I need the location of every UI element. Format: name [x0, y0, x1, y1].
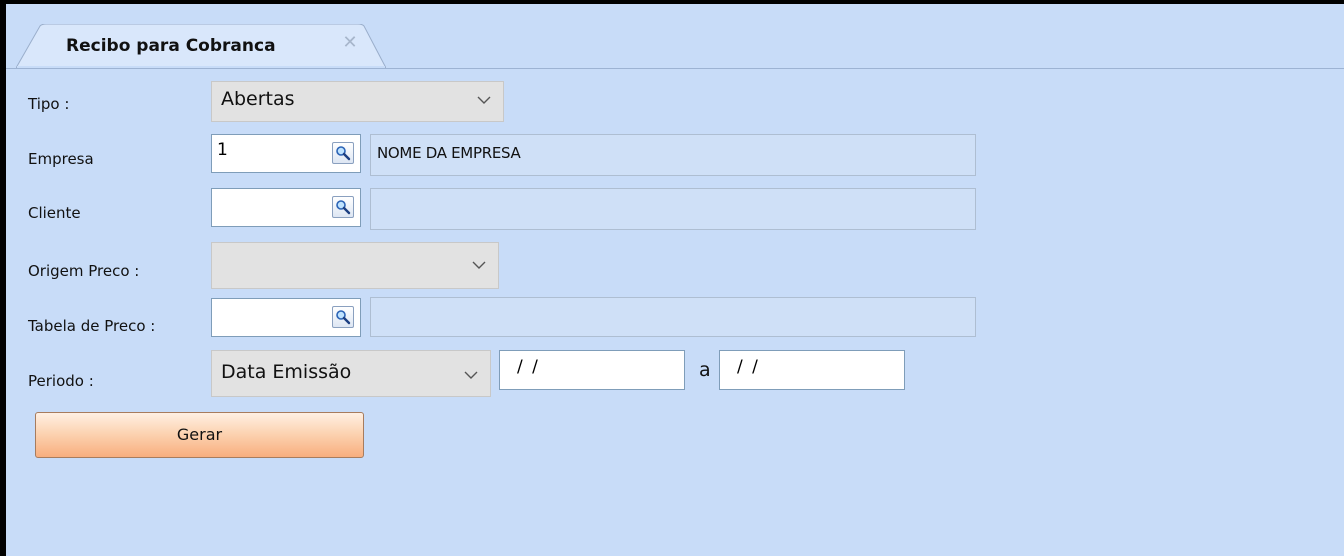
empresa-lookup-button[interactable]	[332, 142, 354, 164]
tipo-label: Tipo :	[28, 95, 70, 113]
periodo-type-value: Data Emissão	[221, 361, 352, 383]
generate-button[interactable]: Gerar	[35, 412, 364, 458]
tabela-preco-description-field	[370, 297, 976, 337]
empresa-description-field: NOME DA EMPRESA	[370, 134, 976, 176]
empresa-description-value: NOME DA EMPRESA	[377, 144, 521, 162]
periodo-type-select[interactable]: Data Emissão	[211, 350, 491, 397]
tab-title: Recibo para Cobranca	[66, 36, 276, 56]
close-icon[interactable]: ✕	[341, 34, 359, 52]
tabela-preco-lookup-button[interactable]	[332, 306, 354, 328]
chevron-down-icon	[477, 96, 491, 104]
empresa-label: Empresa	[28, 150, 94, 168]
cliente-code-field[interactable]	[211, 188, 361, 227]
periodo-separator: a	[699, 359, 711, 381]
tab-strip: Recibo para Cobranca ✕	[6, 4, 1344, 69]
cliente-lookup-button[interactable]	[332, 196, 354, 218]
magnifier-icon	[336, 200, 351, 215]
origem-preco-label: Origem Preco :	[28, 262, 140, 280]
tipo-select-value: Abertas	[221, 88, 295, 110]
periodo-label: Periodo :	[28, 372, 94, 390]
magnifier-icon	[336, 310, 351, 325]
empresa-code-value: 1	[217, 140, 228, 160]
cliente-label: Cliente	[28, 204, 81, 222]
report-window: Recibo para Cobranca ✕ Tipo : Abertas Em…	[0, 0, 1344, 556]
cliente-description-field	[370, 188, 976, 230]
periodo-start-date-value: / /	[517, 357, 540, 377]
periodo-end-date-field[interactable]: / /	[719, 350, 905, 390]
tabela-preco-label: Tabela de Preco :	[28, 317, 156, 335]
magnifier-icon	[336, 146, 351, 161]
periodo-end-date-value: / /	[737, 357, 760, 377]
tipo-select[interactable]: Abertas	[211, 81, 504, 122]
chevron-down-icon	[472, 261, 486, 269]
tabela-preco-code-field[interactable]	[211, 298, 361, 337]
empresa-code-field[interactable]: 1	[211, 134, 361, 173]
chevron-down-icon	[464, 371, 478, 379]
origem-preco-select[interactable]	[211, 242, 499, 289]
tab-recibo-para-cobranca[interactable]: Recibo para Cobranca ✕	[16, 24, 386, 68]
periodo-start-date-field[interactable]: / /	[499, 350, 685, 390]
